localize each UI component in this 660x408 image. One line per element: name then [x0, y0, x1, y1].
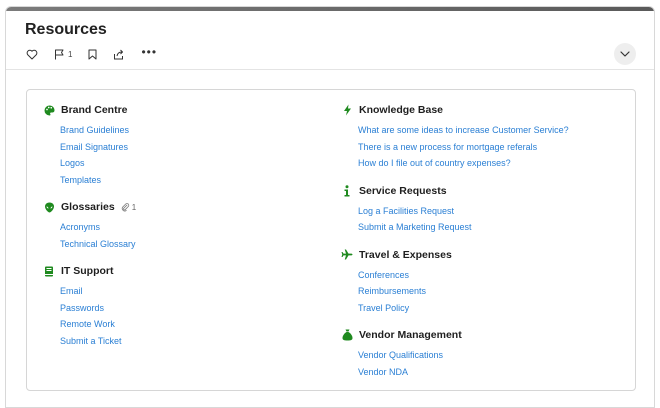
- left-column: Brand Centre Brand Guidelines Email Sign…: [43, 102, 323, 360]
- link-log-facilities-request[interactable]: Log a Facilities Request: [358, 206, 454, 216]
- attachment-count: 1: [131, 202, 137, 212]
- flag-icon: [55, 49, 64, 59]
- section-title: Glossaries: [61, 201, 115, 213]
- share-button[interactable]: [113, 49, 125, 60]
- section-service-requests: Service Requests Log a Facilities Reques…: [341, 183, 631, 235]
- section-it-support: IT Support Email Passwords Remote Work S…: [43, 263, 323, 348]
- section-header: Service Requests: [341, 183, 631, 199]
- alien-icon: [43, 201, 55, 213]
- link-remote-work[interactable]: Remote Work: [60, 319, 115, 329]
- section-header: Brand Centre: [43, 102, 323, 118]
- section-header: Knowledge Base: [341, 102, 631, 118]
- section-vendor-management: Vendor Management Vendor Qualifications …: [341, 327, 631, 379]
- money-bag-icon: [341, 329, 353, 341]
- flag-count: 1: [68, 49, 73, 59]
- section-header: IT Support: [43, 263, 323, 279]
- link-mortgage-referals-process[interactable]: There is a new process for mortgage refe…: [358, 142, 537, 152]
- link-logos[interactable]: Logos: [60, 158, 85, 168]
- link-customer-service-ideas[interactable]: What are some ideas to increase Customer…: [358, 125, 569, 135]
- link-submit-a-ticket[interactable]: Submit a Ticket: [60, 336, 122, 346]
- right-column: Knowledge Base What are some ideas to in…: [341, 102, 631, 391]
- card-top-bar: [6, 7, 654, 11]
- link-travel-policy[interactable]: Travel Policy: [358, 303, 409, 313]
- share-icon: [114, 49, 124, 59]
- link-acronyms[interactable]: Acronyms: [60, 222, 100, 232]
- section-title: Brand Centre: [61, 104, 128, 116]
- link-brand-guidelines[interactable]: Brand Guidelines: [60, 125, 129, 135]
- palette-icon: [43, 104, 55, 116]
- section-brand-centre: Brand Centre Brand Guidelines Email Sign…: [43, 102, 323, 187]
- resources-card: Resources 1 ••• Brand Centre Brand Guide…: [5, 6, 655, 408]
- bookmark-button[interactable]: [88, 49, 97, 60]
- book-icon: [43, 265, 55, 277]
- link-submit-marketing-request[interactable]: Submit a Marketing Request: [358, 222, 472, 232]
- section-title: Service Requests: [359, 184, 447, 197]
- link-conferences[interactable]: Conferences: [358, 270, 409, 280]
- section-title: Knowledge Base: [359, 104, 444, 116]
- heart-icon: [26, 49, 38, 59]
- flag-button[interactable]: 1: [54, 49, 72, 60]
- section-travel-expenses: Travel & Expenses Conferences Reimbursem…: [341, 247, 631, 316]
- link-vendor-qualifications[interactable]: Vendor Qualifications: [358, 350, 443, 360]
- like-button[interactable]: [26, 49, 38, 60]
- header-divider: [6, 69, 654, 70]
- attachment-indicator[interactable]: 1: [121, 203, 136, 212]
- section-header: Vendor Management: [341, 327, 631, 343]
- section-title: Vendor Management: [359, 329, 462, 341]
- link-vendor-nda[interactable]: Vendor NDA: [358, 367, 408, 377]
- action-bar: 1 •••: [26, 46, 173, 62]
- collapse-button[interactable]: [614, 43, 636, 65]
- more-options-button[interactable]: •••: [141, 46, 157, 58]
- link-passwords[interactable]: Passwords: [60, 303, 104, 313]
- link-reimbursements[interactable]: Reimbursements: [358, 286, 426, 296]
- section-header: Glossaries 1: [43, 199, 323, 215]
- link-email[interactable]: Email: [60, 286, 83, 296]
- section-glossaries: Glossaries 1 Acronyms Technical Glossary: [43, 199, 323, 251]
- page-title: Resources: [25, 21, 107, 38]
- plane-icon: [341, 249, 353, 261]
- section-knowledge-base: Knowledge Base What are some ideas to in…: [341, 102, 631, 171]
- bookmark-icon: [88, 49, 97, 59]
- lightning-icon: [341, 104, 353, 116]
- paperclip-icon: [121, 202, 129, 211]
- chevron-down-icon: [620, 51, 630, 57]
- link-technical-glossary[interactable]: Technical Glossary: [60, 239, 136, 249]
- info-icon: [341, 184, 353, 197]
- link-templates[interactable]: Templates: [60, 175, 101, 185]
- section-title: Travel & Expenses: [359, 248, 452, 261]
- link-email-signatures[interactable]: Email Signatures: [60, 142, 128, 152]
- resources-panel: Brand Centre Brand Guidelines Email Sign…: [26, 89, 636, 391]
- section-title: IT Support: [61, 265, 114, 277]
- link-out-of-country-expenses[interactable]: How do I file out of country expenses?: [358, 158, 511, 168]
- section-header: Travel & Expenses: [341, 247, 631, 263]
